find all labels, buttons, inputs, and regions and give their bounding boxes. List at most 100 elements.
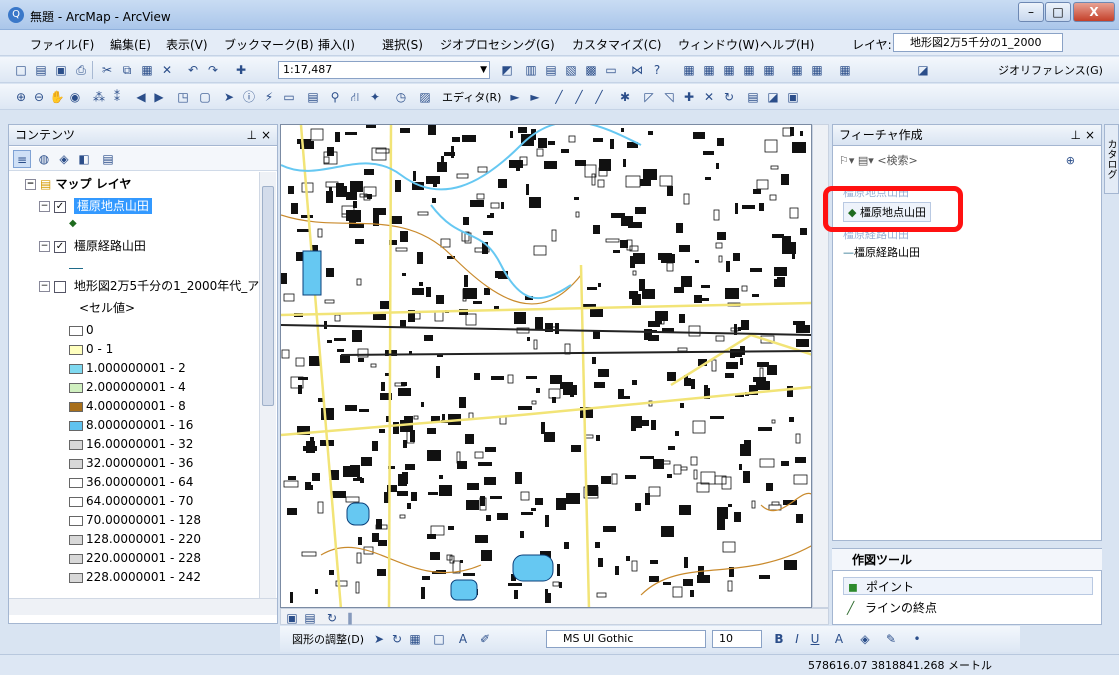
attributes-icon[interactable]: ▤ (744, 88, 762, 106)
delete-icon[interactable]: ✕ (158, 61, 176, 79)
marker-color-icon[interactable]: • (908, 630, 926, 648)
toc-horizontal-scrollbar[interactable] (9, 598, 277, 615)
cut-icon[interactable]: ✂ (98, 61, 116, 79)
legend-swatch[interactable] (69, 382, 83, 393)
edit-tool-icon[interactable]: ► (506, 88, 524, 106)
legend-swatch[interactable] (69, 534, 83, 545)
template-search[interactable]: <検索> (877, 154, 917, 167)
map-view[interactable] (280, 124, 812, 608)
time-slider-icon[interactable]: ◷ (392, 88, 410, 106)
editor-menu[interactable]: エディタ(R) (442, 89, 501, 105)
catalog-icon[interactable]: ▤ (542, 61, 560, 79)
menu-geoprocessing[interactable]: ジオプロセシング(G) (440, 36, 555, 53)
paste-icon[interactable]: ▦ (138, 61, 156, 79)
fill-color-icon[interactable]: ◈ (856, 630, 874, 648)
edit-vertices-icon[interactable]: ◸ (640, 88, 658, 106)
select-features-icon[interactable]: ◳ (174, 88, 192, 106)
identify-icon[interactable]: ⓘ (240, 88, 258, 106)
edit-annotation-icon[interactable]: ► (526, 88, 544, 106)
collapse-icon[interactable]: − (39, 201, 50, 212)
layout-view-icon[interactable]: ▣ (283, 609, 301, 627)
select-elements-icon[interactable]: ➤ (370, 630, 388, 648)
list-by-selection-icon[interactable]: ◧ (75, 150, 93, 168)
tool-d-icon[interactable]: ▦ (740, 61, 758, 79)
toc-layer-route[interactable]: − ✓ 橿原経路山田 (39, 236, 146, 256)
template-route-item[interactable]: —橿原経路山田 (843, 244, 920, 260)
modelbuilder-icon[interactable]: ⋈ (628, 61, 646, 79)
menu-window[interactable]: ウィンドウ(W) (678, 36, 759, 53)
straight-segment-icon[interactable]: ╱ (550, 88, 568, 106)
add-data-icon[interactable]: ✚ (232, 61, 250, 79)
go-to-xy-icon[interactable]: ✦ (366, 88, 384, 106)
menu-customize[interactable]: カスタマイズ(C) (572, 36, 661, 53)
drawing-menu[interactable]: 図形の調整(D) (292, 631, 364, 647)
text-icon[interactable]: A (454, 630, 472, 648)
tool-b-icon[interactable]: ▦ (700, 61, 718, 79)
map-layers-group[interactable]: − ▤ マップ レイヤ (25, 174, 131, 194)
pin-icon[interactable]: ⊥ (247, 125, 257, 145)
fixed-zoom-out-icon[interactable]: ⁑ (108, 88, 126, 106)
topographic-map[interactable] (281, 125, 812, 608)
maximize-button[interactable]: □ (1045, 2, 1071, 22)
layer-visibility-checkbox[interactable] (54, 280, 66, 293)
tool-a-icon[interactable]: ▦ (680, 61, 698, 79)
open-icon[interactable]: ▤ (32, 61, 50, 79)
close-icon[interactable]: × (261, 125, 271, 145)
layer-visibility-checkbox[interactable]: ✓ (54, 200, 66, 213)
split-icon[interactable]: ✕ (700, 88, 718, 106)
list-by-visibility-icon[interactable]: ◈ (55, 150, 73, 168)
zoom-whole-icon[interactable]: ▦ (406, 630, 424, 648)
find-icon[interactable]: ⚲ (326, 88, 344, 106)
full-extent-icon[interactable]: ◉ (66, 88, 84, 106)
cut-polygon-icon[interactable]: ✚ (680, 88, 698, 106)
legend-swatch[interactable] (69, 439, 83, 450)
hyperlink-icon[interactable]: ⚡ (260, 88, 278, 106)
rectangle-icon[interactable]: □ (430, 630, 448, 648)
template-filter[interactable]: ⚐▾ ▤▾ <検索> ⊕ (839, 152, 1097, 170)
options-icon[interactable]: ▤ (99, 150, 117, 168)
back-icon[interactable]: ◀ (132, 88, 150, 106)
font-color-icon[interactable]: A (830, 630, 848, 648)
construction-line-end-tool[interactable]: ╱ ラインの終点 (843, 599, 1093, 617)
toc-layer-raster[interactable]: − 地形図2万5千分の1_2000年代_ア (39, 276, 259, 296)
find-route-icon[interactable]: ⛙ (346, 88, 364, 106)
menu-help[interactable]: ヘルプ(H) (760, 36, 814, 53)
undo-icon[interactable]: ↶ (184, 61, 202, 79)
georef-tool-icon[interactable]: ◪ (914, 61, 932, 79)
collapse-icon[interactable]: − (25, 179, 36, 190)
save-icon[interactable]: ▣ (52, 61, 70, 79)
legend-swatch[interactable] (69, 572, 83, 583)
rotate-icon[interactable]: ↻ (388, 630, 406, 648)
select-elements-icon[interactable]: ➤ (220, 88, 238, 106)
italic-icon[interactable]: I (788, 630, 806, 648)
menu-view[interactable]: 表示(V) (166, 36, 208, 53)
zoom-out-icon[interactable]: ⊖ (30, 88, 48, 106)
menu-bookmarks[interactable]: ブックマーク(B) (224, 36, 314, 53)
legend-swatch[interactable] (69, 363, 83, 374)
list-by-source-icon[interactable]: ◍ (35, 150, 53, 168)
end-point-arc-icon[interactable]: ╱ (570, 88, 588, 106)
georeferencing-menu[interactable]: ジオリファレンス(G) (998, 62, 1103, 78)
tool-c-icon[interactable]: ▦ (720, 61, 738, 79)
print-icon[interactable]: ⎙ (72, 61, 90, 79)
construction-point-tool[interactable]: ◼ ポイント (843, 577, 1093, 595)
editor-toolbar-icon[interactable]: ◩ (498, 61, 516, 79)
create-viewer-icon[interactable]: ▨ (416, 88, 434, 106)
map-horizontal-scrollbar[interactable]: ▣ ▤ ↻ ∥ (280, 608, 829, 625)
legend-swatch[interactable] (69, 553, 83, 564)
copy-icon[interactable]: ⧉ (118, 61, 136, 79)
font-select[interactable]: MS UI Gothic (546, 630, 706, 648)
pause-drawing-icon[interactable]: ∥ (341, 609, 359, 627)
toc-vertical-scrollbar[interactable] (259, 172, 276, 598)
forward-icon[interactable]: ▶ (150, 88, 168, 106)
whats-this-icon[interactable]: ? (648, 61, 666, 79)
arctoolbox-icon[interactable]: ▩ (582, 61, 600, 79)
pan-icon[interactable]: ✋ (48, 88, 66, 106)
html-popup-icon[interactable]: ▭ (280, 88, 298, 106)
close-button[interactable]: X (1073, 2, 1115, 22)
list-by-drawing-order-icon[interactable]: ≡ (13, 150, 31, 168)
layer-combo[interactable]: 地形図2万5千分の1_2000 (893, 33, 1063, 52)
toc-icon[interactable]: ▥ (522, 61, 540, 79)
legend-swatch[interactable] (69, 344, 83, 355)
minimize-button[interactable]: – (1018, 2, 1044, 22)
